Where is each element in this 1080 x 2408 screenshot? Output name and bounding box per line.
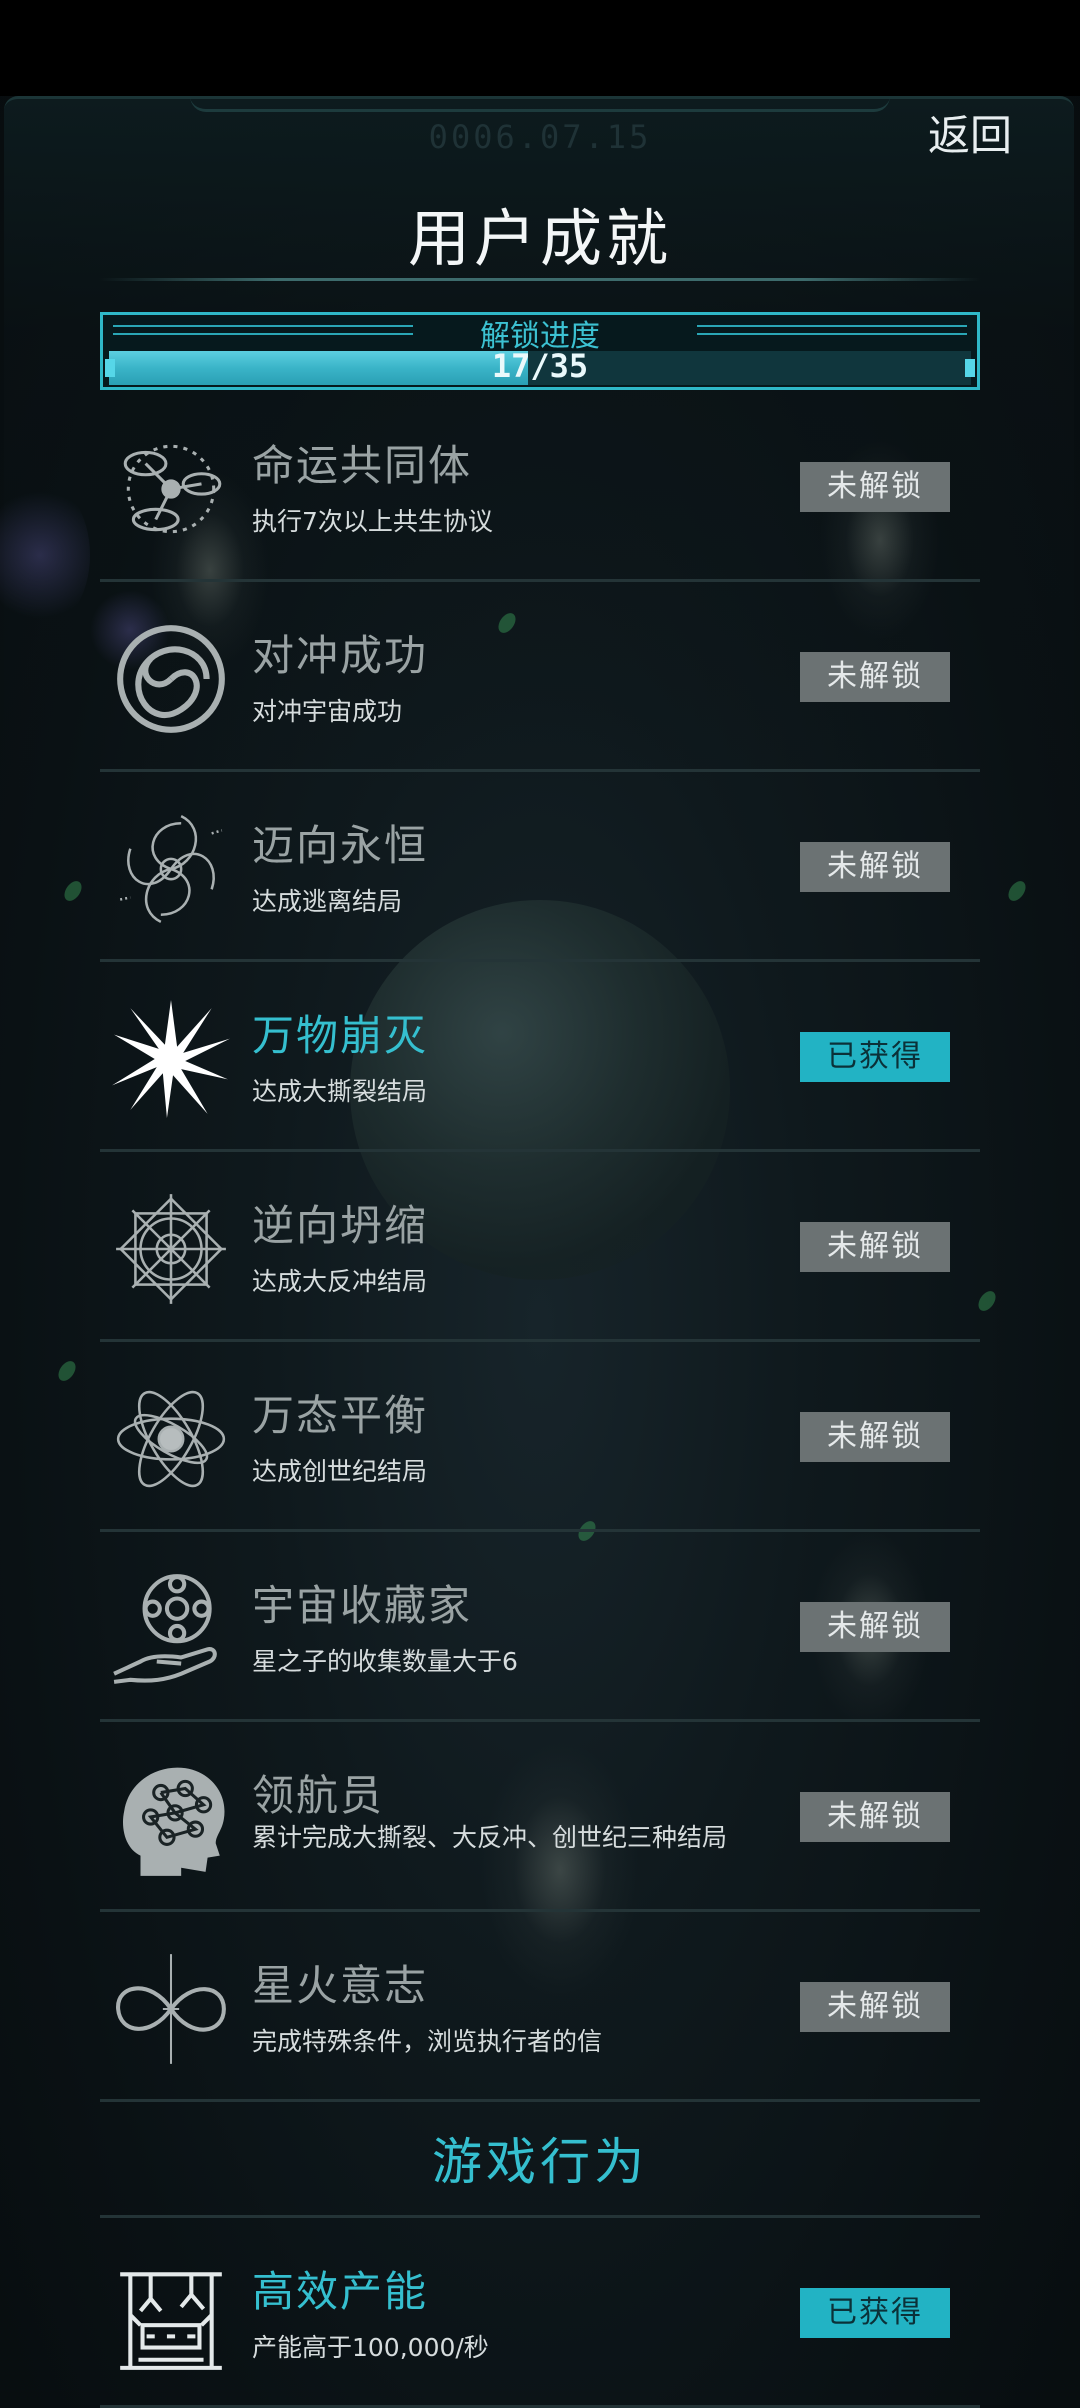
achievement-row[interactable]: 万态平衡 达成创世纪结局 未解锁	[100, 1342, 980, 1532]
panel-notch	[190, 96, 890, 112]
achievement-description: 对冲宇宙成功	[252, 697, 403, 726]
achievement-title: 万物崩灭	[252, 1011, 429, 1060]
factory-robot-icon	[110, 2254, 232, 2376]
atom-orbit-icon	[110, 1378, 232, 1500]
galaxy-swirl-icon	[110, 808, 232, 930]
achievement-row[interactable]: 对冲成功 对冲宇宙成功 未解锁	[100, 582, 980, 772]
status-badge: 未解锁	[800, 1602, 950, 1652]
starburst-icon	[110, 998, 232, 1120]
page-title: 用户成就	[407, 202, 672, 275]
status-badge: 未解锁	[800, 1222, 950, 1272]
progress-count: 17/35	[491, 347, 589, 385]
achievement-description: 完成特殊条件，浏览执行者的信	[252, 2027, 603, 2056]
achievement-title: 宇宙收藏家	[252, 1581, 473, 1630]
status-bar	[0, 0, 1080, 96]
status-badge: 未解锁	[800, 1412, 950, 1462]
achievement-description: 累计完成大撕裂、大反冲、创世纪三种结局	[252, 1823, 728, 1852]
status-badge: 未解锁	[800, 1982, 950, 2032]
section-title: 游戏行为	[432, 2133, 648, 2191]
achievement-row[interactable]: 高效产能 产能高于100,000/秒 已获得	[100, 2218, 980, 2408]
achievement-description: 达成逃离结局	[252, 887, 403, 916]
achievement-description: 达成大撕裂结局	[252, 1077, 428, 1106]
mandala-icon	[110, 1188, 232, 1310]
achievement-row[interactable]: 逆向坍缩 达成大反冲结局 未解锁	[100, 1152, 980, 1342]
back-button[interactable]: 返回	[920, 108, 1020, 164]
infinity-star-icon	[110, 1948, 232, 2070]
achievement-title: 对冲成功	[252, 631, 429, 680]
achievement-description: 达成大反冲结局	[252, 1267, 428, 1296]
achievement-title: 领航员	[252, 1771, 385, 1820]
brain-head-icon	[110, 1758, 232, 1880]
achievement-title: 迈向永恒	[252, 821, 429, 870]
orbit-system-icon	[110, 428, 232, 550]
achievement-description: 星之子的收集数量大于6	[252, 1647, 518, 1676]
status-badge: 未解锁	[800, 462, 950, 512]
section-header: 游戏行为	[100, 2102, 980, 2218]
achievement-row[interactable]: 领航员 累计完成大撕裂、大反冲、创世纪三种结局 未解锁	[100, 1722, 980, 1912]
unlock-progress: 解锁进度 17/35	[100, 312, 980, 390]
status-badge: 未解锁	[800, 842, 950, 892]
achievement-description: 执行7次以上共生协议	[252, 507, 493, 536]
achievement-row[interactable]: 命运共同体 执行7次以上共生协议 未解锁	[100, 392, 980, 582]
achievement-title: 星火意志	[252, 1961, 429, 2010]
achievement-row[interactable]: 星火意志 完成特殊条件，浏览执行者的信 未解锁	[100, 1912, 980, 2102]
achievement-description: 达成创世纪结局	[252, 1457, 428, 1486]
achievement-row[interactable]: 万物崩灭 达成大撕裂结局 已获得	[100, 962, 980, 1152]
achievement-title: 命运共同体	[252, 441, 473, 490]
achievement-description: 产能高于100,000/秒	[252, 2333, 489, 2362]
achievement-title: 逆向坍缩	[252, 1201, 429, 1250]
achievement-title: 高效产能	[252, 2267, 429, 2316]
hand-globe-icon	[110, 1568, 232, 1690]
date-display: 0006.07.15	[428, 118, 652, 156]
spiral-vortex-icon	[110, 618, 232, 740]
status-badge: 已获得	[800, 1032, 950, 1082]
title-divider	[100, 278, 980, 281]
achievement-title: 万态平衡	[252, 1391, 429, 1440]
achievements-screen: 0006.07.15 返回 用户成就 解锁进度 17/35 命运共同体 执行7次…	[0, 0, 1080, 2408]
achievement-row[interactable]: 宇宙收藏家 星之子的收集数量大于6 未解锁	[100, 1532, 980, 1722]
status-badge: 已获得	[800, 2288, 950, 2338]
achievement-row[interactable]: 迈向永恒 达成逃离结局 未解锁	[100, 772, 980, 962]
achievement-list: 命运共同体 执行7次以上共生协议 未解锁 对冲成功 对冲宇宙成功 未解锁 迈向永…	[100, 392, 980, 2408]
status-badge: 未解锁	[800, 652, 950, 702]
status-badge: 未解锁	[800, 1792, 950, 1842]
